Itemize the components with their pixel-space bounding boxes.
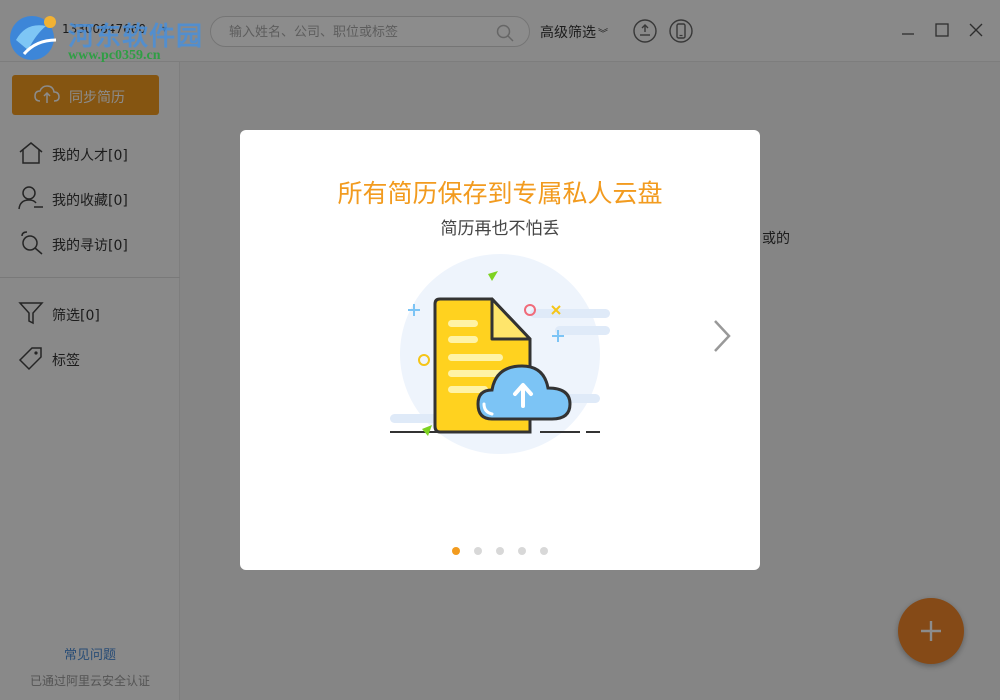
slide-dot-5[interactable] — [540, 547, 548, 555]
slide-dot-4[interactable] — [518, 547, 526, 555]
slide-dot-3[interactable] — [496, 547, 504, 555]
modal-title: 所有简历保存到专属私人云盘 — [337, 179, 663, 208]
next-slide-arrow-icon[interactable] — [708, 316, 736, 356]
watermark: 河东软件园 www.pc0359.cn — [6, 10, 206, 66]
cloud-document-illustration — [390, 254, 610, 454]
slide-pagination — [240, 540, 760, 555]
onboarding-modal: 所有简历保存到专属私人云盘 简历再也不怕丢 — [240, 130, 760, 570]
watermark-logo-icon — [10, 16, 57, 60]
watermark-url: www.pc0359.cn — [68, 48, 161, 63]
slide-dot-1[interactable] — [452, 547, 460, 555]
modal-subtitle: 简历再也不怕丢 — [440, 219, 560, 239]
slide-dot-2[interactable] — [474, 547, 482, 555]
